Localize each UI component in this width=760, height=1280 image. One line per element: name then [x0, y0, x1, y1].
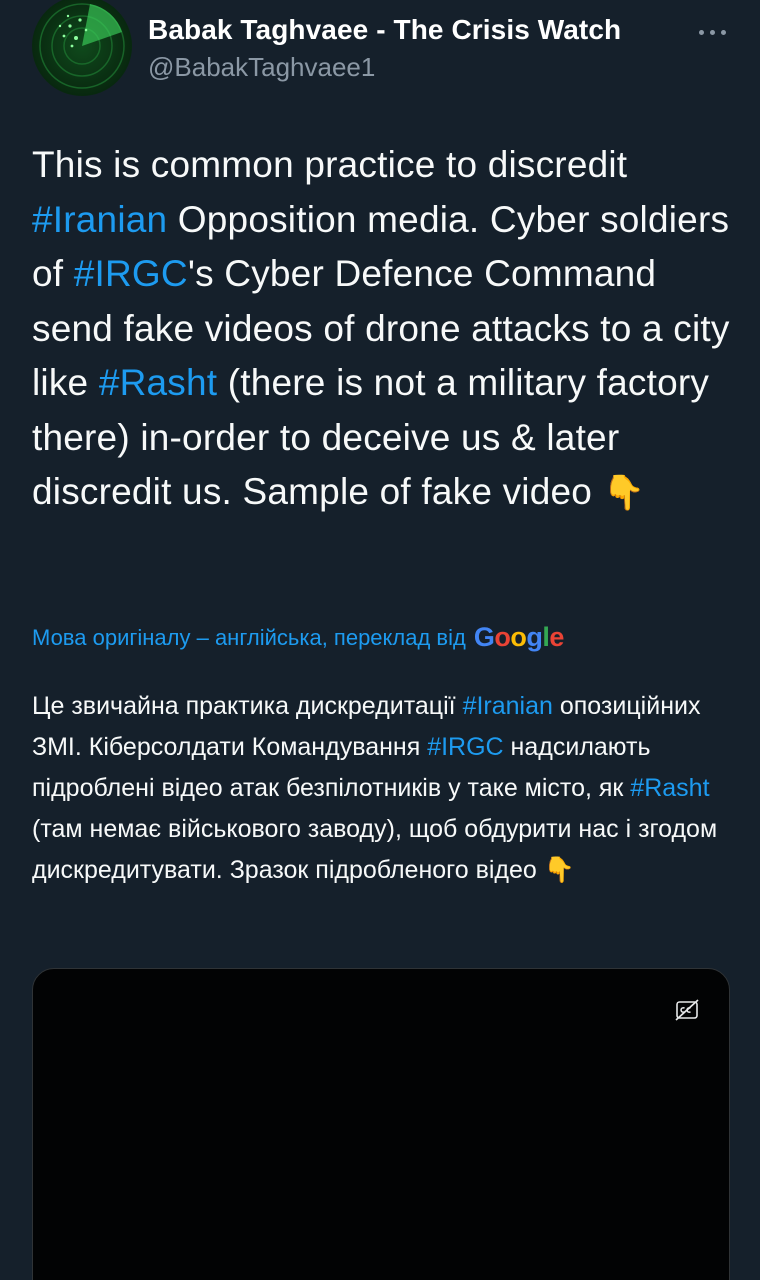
tweet-text: This is common practice to discredit #Ir… — [32, 138, 740, 521]
hashtag-link-iranian[interactable]: #Iranian — [32, 199, 167, 240]
pointing-down-emoji: 👇 — [602, 474, 646, 512]
pointing-down-emoji: 👇 — [543, 856, 575, 884]
translation-notice[interactable]: Мова оригіналу – англійська, переклад ві… — [32, 622, 564, 653]
video-player[interactable] — [32, 968, 730, 1280]
translated-tweet-text: Це звичайна практика дискредитації #Iran… — [32, 686, 732, 891]
translated-text-part: Це звичайна практика дискредитації — [32, 692, 463, 720]
hashtag-link-rasht[interactable]: #Rasht — [99, 362, 217, 403]
translated-text-part: (там немає військового заводу), щоб обду… — [32, 815, 718, 884]
closed-captions-off-icon[interactable] — [675, 999, 699, 1021]
hashtag-link-irgc[interactable]: #IRGC — [74, 253, 188, 294]
more-options-button[interactable] — [690, 14, 734, 50]
hashtag-link-irgc[interactable]: #IRGC — [427, 733, 503, 761]
radar-avatar-icon — [39, 3, 125, 89]
author-display-name[interactable]: Babak Taghvaee - The Crisis Watch — [148, 14, 621, 46]
more-horizontal-icon — [698, 29, 704, 35]
hashtag-link-iranian[interactable]: #Iranian — [463, 692, 553, 720]
google-logo: Google — [473, 622, 565, 652]
author-avatar[interactable] — [32, 0, 132, 96]
hashtag-link-rasht[interactable]: #Rasht — [630, 774, 709, 802]
translation-notice-text: Мова оригіналу – англійська, переклад ві… — [32, 624, 466, 650]
author-handle[interactable]: @BabakTaghvaee1 — [148, 52, 375, 83]
tweet-text-part: This is common practice to discredit — [32, 144, 628, 185]
